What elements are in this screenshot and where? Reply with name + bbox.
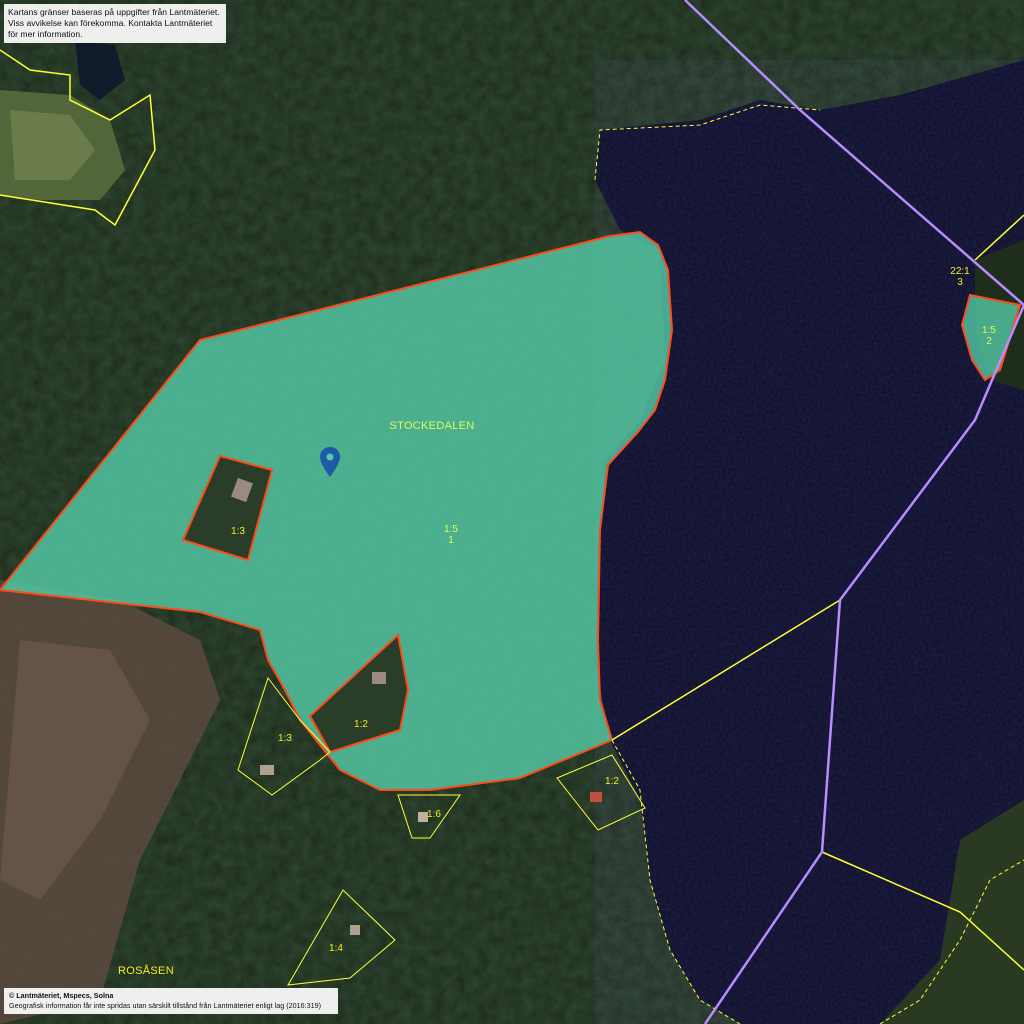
boundary-notice-line2: Viss avvikelse kan förekomma. Kontakta L…	[8, 18, 213, 39]
map-canvas[interactable]	[0, 0, 1024, 1024]
place-name-stockedalen: STOCKEDALEN	[389, 420, 475, 432]
parcel-label-island: 1:5 2	[982, 325, 996, 347]
parcel-label-enclave-west: 1:3	[231, 526, 245, 537]
boundary-notice-line1: Kartans gränser baseras på uppgifter frå…	[8, 7, 220, 17]
parcel-label-island-designation: 1:5	[982, 325, 996, 336]
parcel-label-southeast: 1:2	[605, 776, 619, 787]
copyright-notice: © Lantmäteriet, Mspecs, Solna Geografisk…	[4, 988, 338, 1014]
house-sw	[260, 765, 274, 775]
copyright-line2: Geografisk information får inte spridas …	[9, 1001, 322, 1010]
map-view[interactable]: Kartans gränser baseras på uppgifter frå…	[0, 0, 1024, 1024]
house-se	[590, 792, 602, 802]
parcel-label-south-small: 1:6	[427, 809, 441, 820]
parcel-label-enclave-south: 1:2	[354, 719, 368, 730]
location-pin-icon[interactable]	[319, 446, 341, 478]
parcel-label-main-designation: 1:5	[444, 524, 458, 535]
parcel-label-main: 1:5 1	[444, 524, 458, 546]
parcel-label-lake-sub: 3	[957, 277, 963, 288]
parcel-label-lake: 22:1 3	[950, 266, 969, 288]
parcel-label-main-sub: 1	[448, 535, 454, 546]
parcel-label-far-south: 1:4	[329, 943, 343, 954]
house-far-south	[350, 925, 360, 935]
parcel-label-island-sub: 2	[986, 336, 992, 347]
place-name-rosasen: ROSÅSEN	[118, 965, 174, 977]
copyright-line1: © Lantmäteriet, Mspecs, Solna	[9, 991, 114, 1000]
boundary-notice: Kartans gränser baseras på uppgifter frå…	[4, 4, 226, 43]
parcel-label-southwest: 1:3	[278, 733, 292, 744]
parcel-label-lake-id: 22:1	[950, 266, 970, 277]
house-south	[372, 672, 386, 684]
